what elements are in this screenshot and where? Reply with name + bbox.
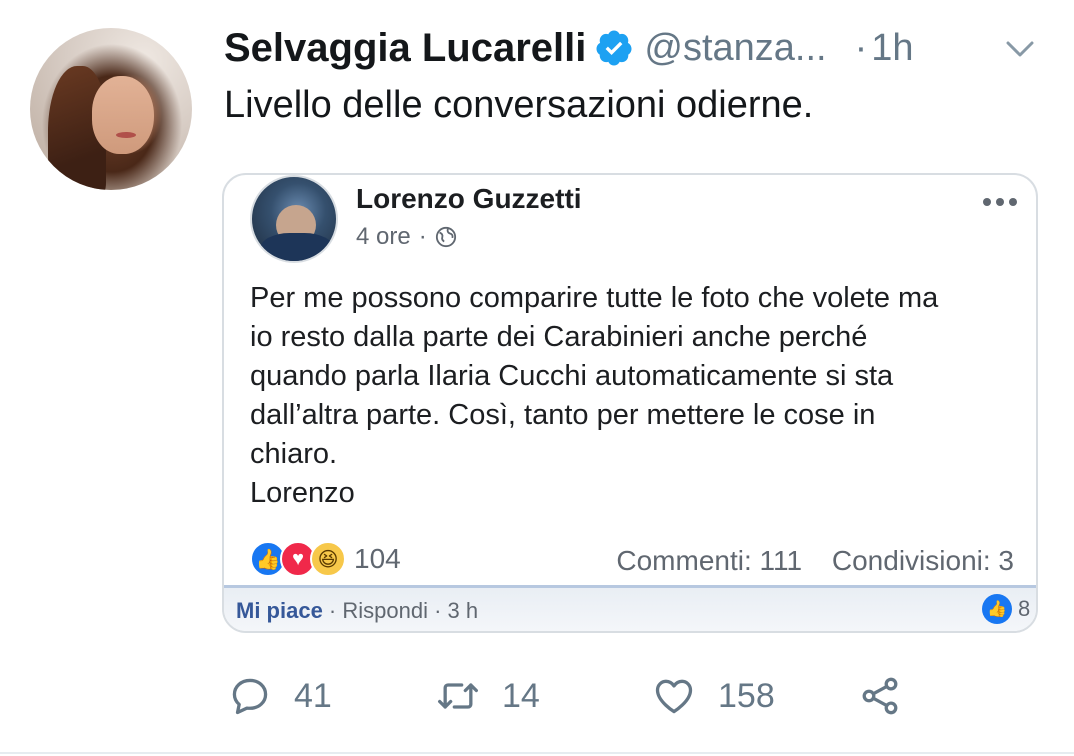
fb-comment-like: Mi piace (236, 598, 323, 623)
fb-comment-sep: · (322, 598, 343, 623)
tweet-actions: 41 14 158 (228, 668, 928, 724)
fb-comment-actions: Mi piace · Rispondi · 3 h (236, 598, 478, 624)
verified-badge-icon (596, 30, 632, 66)
fb-post-line: dall’altra parte. Così, tanto per metter… (250, 399, 876, 431)
fb-stats: Commenti: 111 Condivisioni: 3 (616, 545, 1014, 577)
fb-post-line: quando parla Ilaria Cucchi automaticamen… (250, 360, 894, 392)
fb-comment-strip: Mi piace · Rispondi · 3 h 👍 8 (224, 585, 1036, 631)
fb-comment-sep: · (427, 598, 448, 623)
divider (0, 752, 1074, 754)
reply-count: 41 (294, 676, 332, 715)
reply-icon (232, 678, 268, 715)
reply-button[interactable]: 41 (228, 668, 332, 724)
author-avatar[interactable] (30, 28, 192, 190)
laughing-face-icon: 😆 (310, 541, 346, 577)
fb-meta-separator: · (418, 223, 427, 250)
fb-post-line: chiaro. (250, 438, 338, 470)
fb-comment-reply: Rispondi (342, 598, 428, 623)
fb-post-time: 4 ore (356, 223, 411, 250)
fb-post-line: Lorenzo (250, 477, 355, 509)
author-name[interactable]: Selvaggia Lucarelli (224, 26, 586, 71)
tweet-header: Selvaggia Lucarelli @stanza... · 1h (224, 24, 914, 72)
fb-post-meta: 4 ore · (356, 223, 457, 251)
tweet-text: Livello delle conversazioni odierne. (224, 84, 814, 126)
author-handle[interactable]: @stanza... (644, 27, 826, 70)
retweet-count: 14 (502, 676, 540, 715)
avatar-lips (116, 132, 136, 138)
fb-author-avatar (250, 175, 338, 263)
fb-reaction-count: 104 (354, 543, 401, 574)
like-button[interactable]: 158 (652, 668, 775, 724)
fb-reactions: 👍 ♥ 😆 104 (250, 541, 401, 577)
tweet-time[interactable]: 1h (871, 27, 913, 70)
retweet-icon (438, 683, 478, 709)
thumbs-up-icon: 👍 (982, 594, 1012, 624)
fb-post-line: Per me possono comparire tutte le foto c… (250, 282, 939, 314)
fb-comments-count: Commenti: 111 (616, 545, 803, 576)
fb-comment-time: 3 h (447, 598, 479, 623)
header-separator: · (854, 26, 868, 69)
fb-post-text: Per me possono comparire tutte le foto c… (250, 279, 1020, 513)
fb-shares-count: Condivisioni: 3 (831, 545, 1014, 576)
globe-icon (435, 226, 456, 248)
fb-avatar-body (260, 233, 334, 261)
more-icon (983, 198, 1017, 206)
embedded-facebook-post[interactable]: Lorenzo Guzzetti 4 ore · Per me possono … (222, 173, 1038, 633)
fb-author-name: Lorenzo Guzzetti (356, 183, 582, 214)
fb-comment-like-count: 8 (1018, 596, 1031, 621)
like-count: 158 (718, 676, 775, 715)
share-button[interactable] (858, 668, 902, 724)
fb-post-line: io resto dalla parte dei Carabinieri anc… (250, 321, 868, 353)
chevron-down-icon[interactable] (1002, 34, 1038, 64)
avatar-face (92, 76, 154, 154)
like-icon (655, 679, 693, 714)
share-icon (862, 677, 898, 715)
retweet-button[interactable]: 14 (436, 668, 540, 724)
